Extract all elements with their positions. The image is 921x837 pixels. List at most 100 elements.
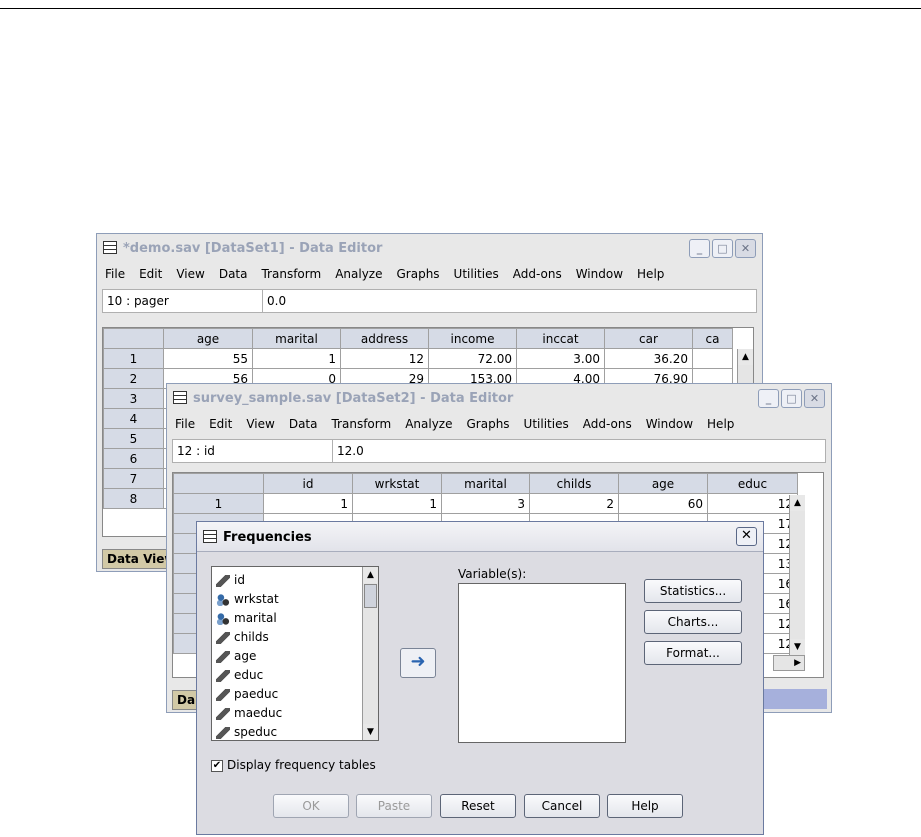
row-header[interactable]: 2 xyxy=(103,368,164,389)
move-variable-arrow-button[interactable]: ➜ xyxy=(400,648,436,678)
dialog-title-bar[interactable]: Frequencies ✕ xyxy=(197,522,763,552)
close-button[interactable]: ✕ xyxy=(735,239,756,258)
title-bar[interactable]: *demo.sav [DataSet1] - Data Editor _ □ ✕ xyxy=(97,234,762,262)
data-cell[interactable]: 60 xyxy=(618,493,708,514)
menu-graphs[interactable]: Graphs xyxy=(396,267,439,281)
menu-add-ons[interactable]: Add-ons xyxy=(583,417,632,431)
maximize-button[interactable]: □ xyxy=(712,239,733,258)
scroll-up-arrow[interactable]: ▲ xyxy=(738,349,753,365)
variable-item-id[interactable]: id xyxy=(216,571,245,590)
cancel-button[interactable]: Cancel xyxy=(524,794,600,818)
data-cell[interactable]: 1 xyxy=(263,493,353,514)
menu-utilities[interactable]: Utilities xyxy=(524,417,569,431)
data-cell[interactable]: 1 xyxy=(252,348,341,369)
menu-file[interactable]: File xyxy=(105,267,125,281)
help-button[interactable]: Help xyxy=(607,794,683,818)
column-header-childs[interactable]: childs xyxy=(529,473,619,494)
paste-button[interactable]: Paste xyxy=(356,794,432,818)
menu-transform[interactable]: Transform xyxy=(261,267,321,281)
charts-button[interactable]: Charts... xyxy=(644,610,742,634)
row-header[interactable]: 1 xyxy=(173,493,264,514)
menu-add-ons[interactable]: Add-ons xyxy=(513,267,562,281)
cell-value-input[interactable]: 12.0 xyxy=(332,440,364,462)
menu-edit[interactable]: Edit xyxy=(139,267,162,281)
data-cell[interactable]: 12 xyxy=(340,348,429,369)
data-cell[interactable]: 12 xyxy=(707,493,798,514)
data-cell[interactable]: 3.00 xyxy=(516,348,605,369)
menu-graphs[interactable]: Graphs xyxy=(466,417,509,431)
menu-view[interactable]: View xyxy=(176,267,204,281)
data-cell[interactable] xyxy=(692,348,733,369)
menu-analyze[interactable]: Analyze xyxy=(335,267,382,281)
column-header-marital[interactable]: marital xyxy=(252,328,341,349)
selected-variables-list[interactable] xyxy=(458,583,626,743)
dialog-close-button[interactable]: ✕ xyxy=(736,527,757,546)
row-header[interactable]: 3 xyxy=(103,388,164,409)
statistics-button[interactable]: Statistics... xyxy=(644,579,742,603)
column-header-address[interactable]: address xyxy=(340,328,429,349)
menu-help[interactable]: Help xyxy=(707,417,734,431)
data-cell[interactable]: 1 xyxy=(352,493,442,514)
column-header-income[interactable]: income xyxy=(428,328,517,349)
scroll-down-arrow[interactable]: ▼ xyxy=(790,639,805,655)
display-frequency-tables-checkbox[interactable]: ✔ Display frequency tables xyxy=(211,758,376,772)
data-cell[interactable]: 72.00 xyxy=(428,348,517,369)
vertical-scrollbar[interactable]: ▲ ▼ xyxy=(789,495,805,655)
horizontal-scrollbar[interactable]: ▶ xyxy=(773,655,805,671)
row-header[interactable]: 5 xyxy=(103,428,164,449)
column-header-ca[interactable]: ca xyxy=(692,328,733,349)
minimize-button[interactable]: _ xyxy=(689,239,710,258)
variable-item-childs[interactable]: childs xyxy=(216,628,269,647)
variable-item-educ[interactable]: educ xyxy=(216,666,263,685)
ok-button[interactable]: OK xyxy=(273,794,349,818)
checkbox-check-icon[interactable]: ✔ xyxy=(211,759,223,772)
scroll-up-arrow[interactable]: ▲ xyxy=(790,495,805,511)
menu-help[interactable]: Help xyxy=(637,267,664,281)
cell-value-input[interactable]: 0.0 xyxy=(262,290,286,312)
minimize-button[interactable]: _ xyxy=(758,389,779,408)
variable-item-wrkstat[interactable]: wrkstat xyxy=(216,590,279,609)
column-header-age[interactable]: age xyxy=(618,473,708,494)
variable-item-age[interactable]: age xyxy=(216,647,256,666)
close-button[interactable]: ✕ xyxy=(804,389,825,408)
variable-item-paeduc[interactable]: paeduc xyxy=(216,685,278,704)
menu-transform[interactable]: Transform xyxy=(331,417,391,431)
row-header[interactable]: 7 xyxy=(103,468,164,489)
scroll-thumb[interactable] xyxy=(364,584,377,608)
scroll-down-arrow[interactable]: ▼ xyxy=(363,724,378,740)
menu-edit[interactable]: Edit xyxy=(209,417,232,431)
column-header-wrkstat[interactable]: wrkstat xyxy=(352,473,442,494)
variable-list-scrollbar[interactable]: ▲ ▼ xyxy=(362,567,378,740)
maximize-button[interactable]: □ xyxy=(781,389,802,408)
data-cell[interactable]: 55 xyxy=(163,348,253,369)
column-header-marital[interactable]: marital xyxy=(441,473,530,494)
source-variable-list[interactable]: ▲ ▼ id wrkstat marital childs age educ paeduc m… xyxy=(211,566,379,741)
menu-data[interactable]: Data xyxy=(289,417,318,431)
title-bar[interactable]: survey_sample.sav [DataSet2] - Data Edit… xyxy=(167,384,831,412)
menu-window[interactable]: Window xyxy=(576,267,623,281)
data-cell[interactable]: 36.20 xyxy=(604,348,693,369)
variable-item-maeduc[interactable]: maeduc xyxy=(216,704,282,723)
menu-analyze[interactable]: Analyze xyxy=(405,417,452,431)
column-header-age[interactable]: age xyxy=(163,328,253,349)
row-header[interactable]: 8 xyxy=(103,488,164,509)
column-header-car[interactable]: car xyxy=(604,328,693,349)
column-header-educ[interactable]: educ xyxy=(707,473,798,494)
format-button[interactable]: Format... xyxy=(644,641,742,665)
menu-view[interactable]: View xyxy=(246,417,274,431)
column-header-inccat[interactable]: inccat xyxy=(516,328,605,349)
data-cell[interactable]: 3 xyxy=(441,493,530,514)
scroll-up-arrow[interactable]: ▲ xyxy=(363,567,378,583)
menu-file[interactable]: File xyxy=(175,417,195,431)
frequencies-dialog[interactable]: Frequencies ✕ ▲ ▼ id wrkstat marital childs… xyxy=(196,521,764,835)
menu-data[interactable]: Data xyxy=(219,267,248,281)
variable-item-speduc[interactable]: speduc xyxy=(216,723,277,742)
reset-button[interactable]: Reset xyxy=(440,794,516,818)
menu-window[interactable]: Window xyxy=(646,417,693,431)
row-header[interactable]: 1 xyxy=(103,348,164,369)
data-cell[interactable]: 2 xyxy=(529,493,619,514)
column-header-id[interactable]: id xyxy=(263,473,353,494)
row-header[interactable]: 4 xyxy=(103,408,164,429)
variable-item-marital[interactable]: marital xyxy=(216,609,277,628)
row-header[interactable]: 6 xyxy=(103,448,164,469)
